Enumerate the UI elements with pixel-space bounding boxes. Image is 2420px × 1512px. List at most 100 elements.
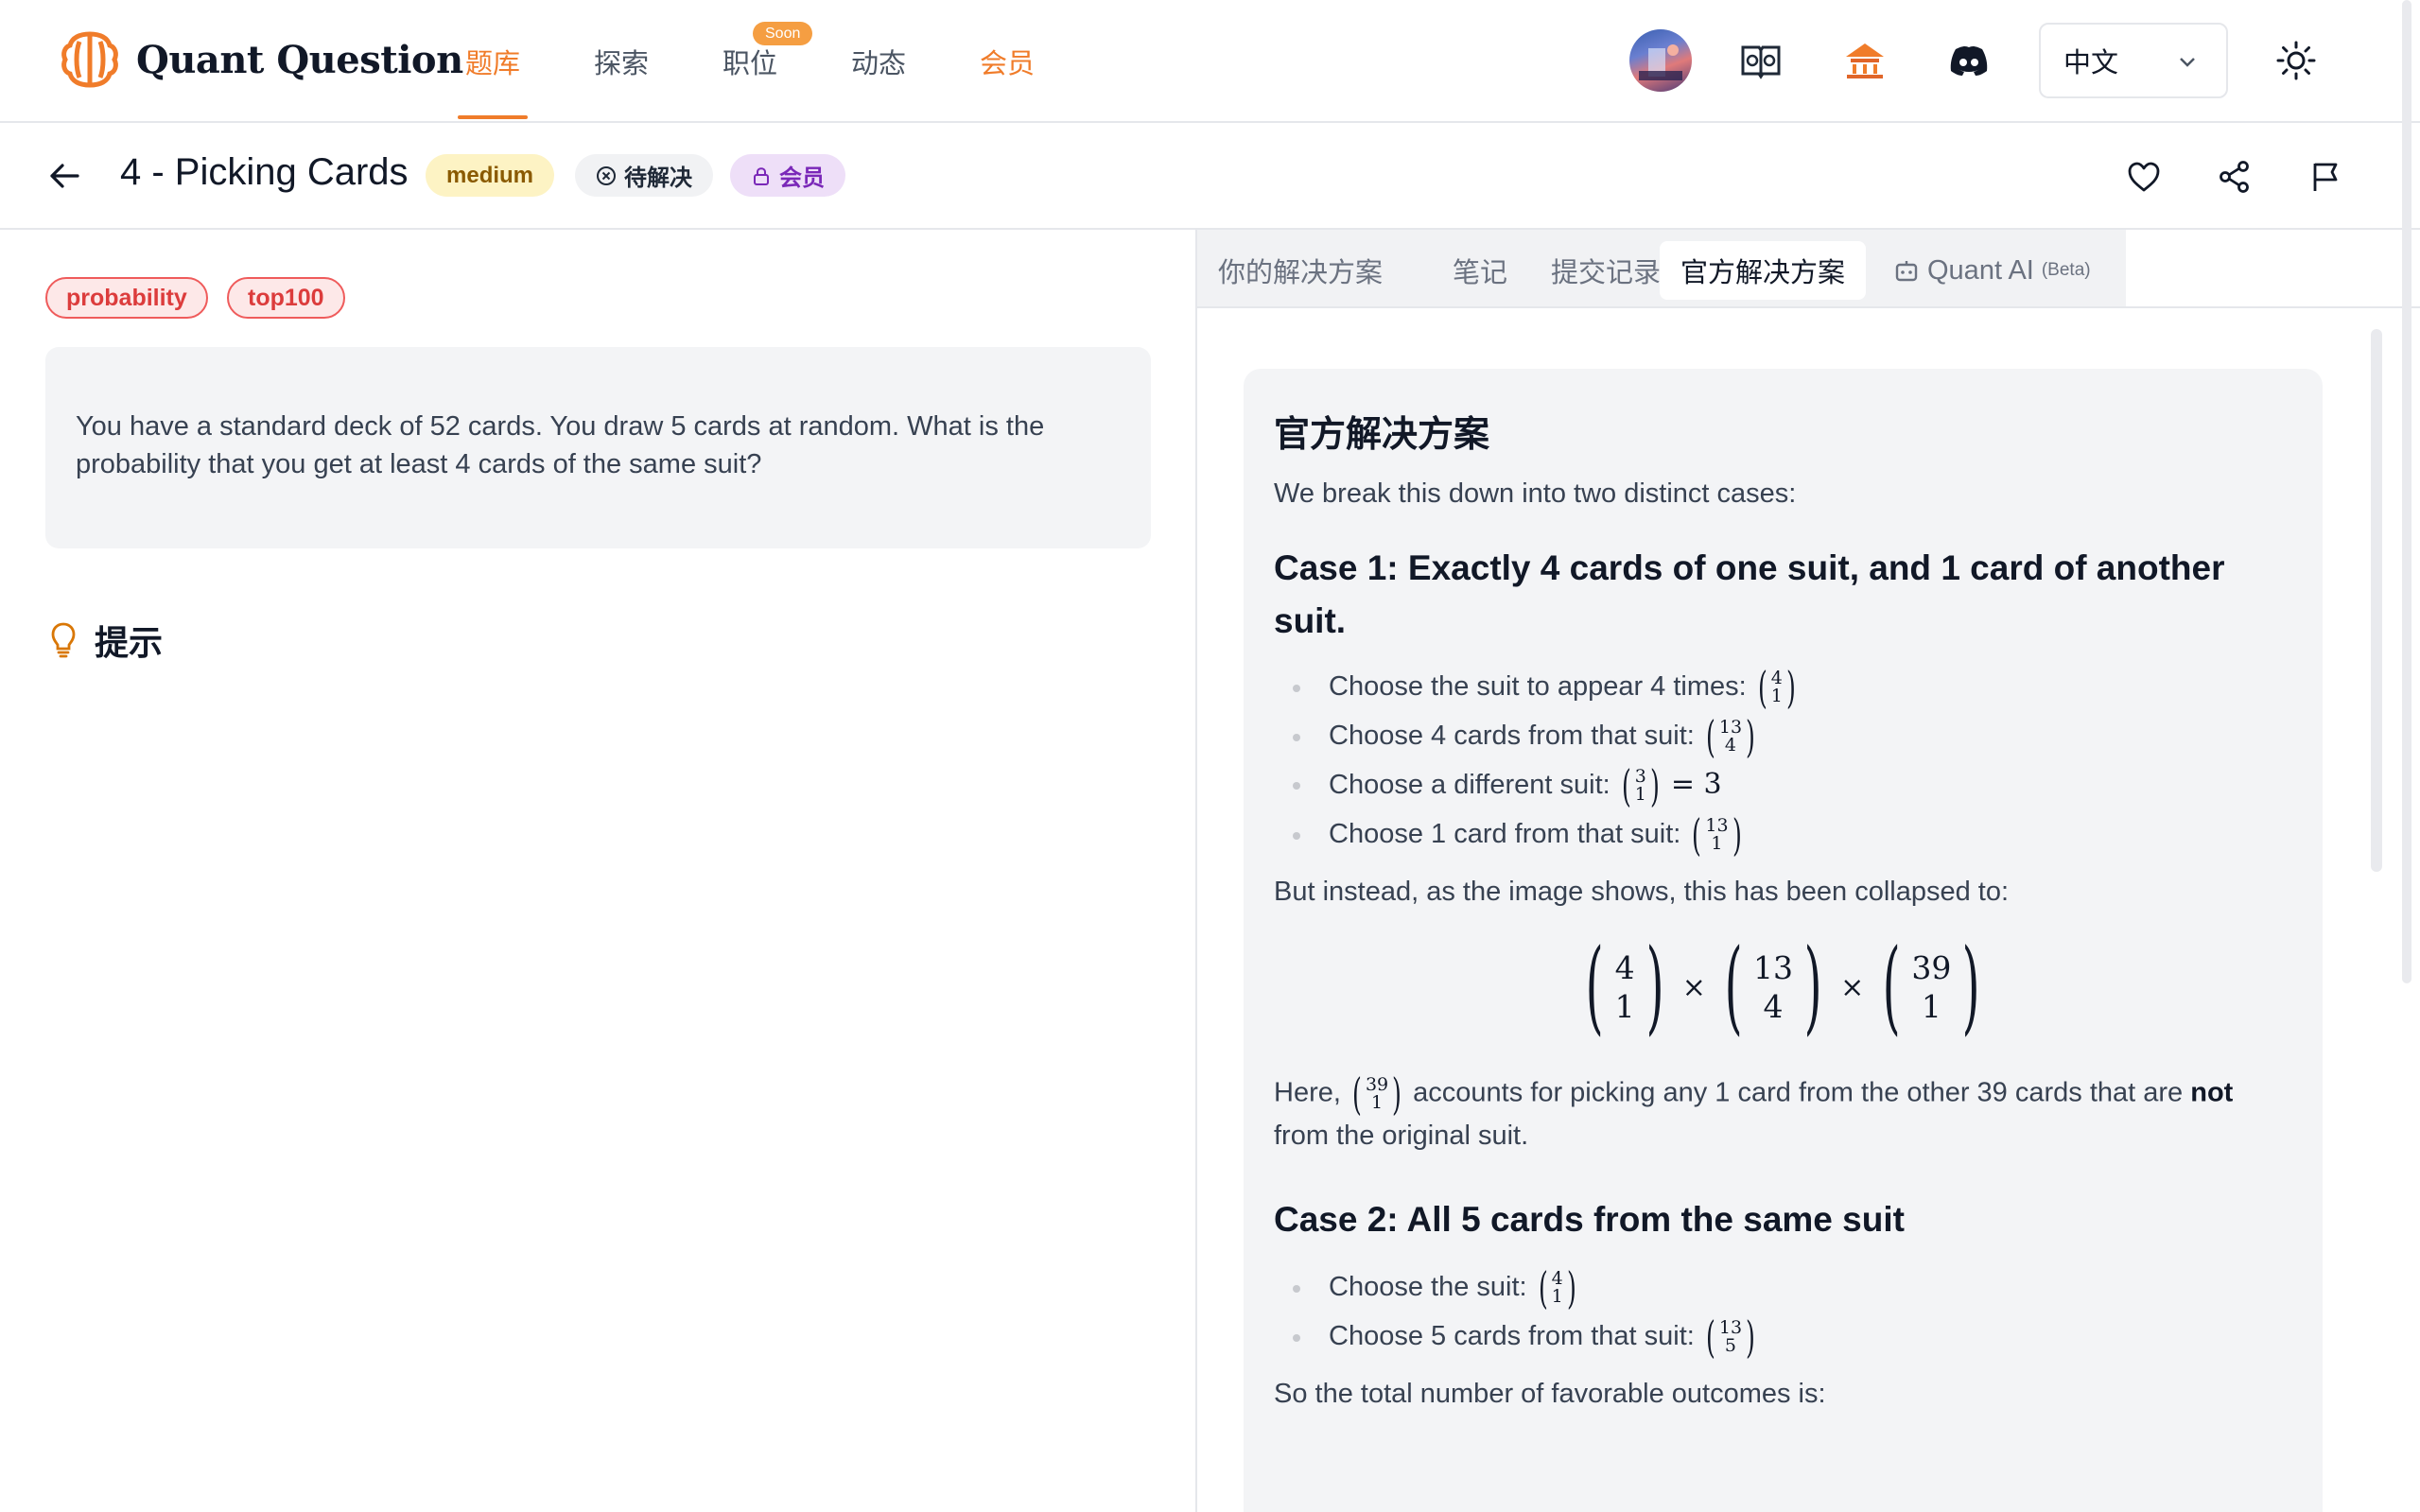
- brand-name: Quant Question: [136, 37, 463, 82]
- binomial: (13 4): [1705, 710, 1755, 762]
- robot-icon: [1895, 261, 1918, 282]
- official-solution-card: 官方解决方案 We break this down into two disti…: [1244, 369, 2323, 1512]
- circle-x-icon: [597, 165, 616, 185]
- case1-bullets: Choose the suit to appear 4 times: (4 1) …: [1274, 663, 2292, 859]
- status-badge: 待解决: [575, 154, 713, 197]
- tab-group: 你的解决方案 笔记 提交记录 官方解决方案 Quant AI (Beta): [1197, 230, 2126, 306]
- nav-item-feed[interactable]: 动态: [851, 42, 906, 81]
- nav-item-question-bank[interactable]: 题库: [465, 42, 520, 81]
- heart-icon[interactable]: [2126, 159, 2162, 195]
- lock-icon: [754, 166, 769, 185]
- binomial: (39 1): [1352, 1069, 1402, 1120]
- case2-heading: Case 2: All 5 cards from the same suit: [1274, 1200, 1905, 1239]
- case2-bullets: Choose the suit: (4 1) Choose 5 cards fro…: [1274, 1263, 2292, 1361]
- avatar[interactable]: [1629, 29, 1692, 92]
- problem-title: 4 - Picking Cards: [120, 151, 409, 193]
- tab-official-solution[interactable]: 官方解决方案: [1660, 241, 1867, 300]
- top-navbar: Quant Question 题库 探索 职位 Soon 动态 会员 中文: [0, 0, 2420, 123]
- binomial: (13 4): [1724, 928, 1822, 1046]
- language-select-value: 中文: [2063, 48, 2119, 78]
- flag-icon[interactable]: [2307, 159, 2343, 195]
- page-scrollbar[interactable]: [2402, 0, 2411, 983]
- binom-bottom: 1: [1921, 988, 1941, 1025]
- share-icon[interactable]: [2217, 159, 2253, 195]
- back-arrow-icon[interactable]: [47, 159, 81, 193]
- case1-heading: Case 1: Exactly 4 cards of one suit, and…: [1274, 548, 2225, 640]
- tag-probability[interactable]: probability: [45, 277, 208, 319]
- tab-notes[interactable]: 笔记: [1432, 241, 1528, 300]
- collapsed-note: But instead, as the image shows, this ha…: [1274, 877, 2010, 907]
- binom-top: 13: [1718, 716, 1743, 738]
- binomial: (4 1): [1538, 1262, 1576, 1314]
- binom-bottom: 1: [1551, 1286, 1563, 1308]
- solution-intro: We break this down into two distinct cas…: [1274, 478, 1797, 509]
- binom-bottom: 1: [1770, 686, 1783, 707]
- temple-icon[interactable]: [1842, 38, 1888, 83]
- tag-top100[interactable]: top100: [227, 277, 345, 319]
- explanation-paragraph: Here, (39 1) accounts for picking any 1 c…: [1274, 1072, 2292, 1156]
- tab-your-solution[interactable]: 你的解决方案: [1197, 241, 1403, 300]
- binomial: (4 1): [1757, 662, 1796, 714]
- bullet-text: Choose 4 cards from that suit:: [1329, 720, 1695, 751]
- avatar-image: [1639, 44, 1682, 80]
- nav-item-jobs[interactable]: 职位: [723, 42, 777, 81]
- membership-label: 会员: [779, 165, 825, 191]
- cut-off-text: So the total number of favorable outcome…: [1274, 1379, 1826, 1409]
- lightbulb-icon: [51, 622, 76, 658]
- list-item: Choose a different suit: (3 1) = 3: [1274, 760, 2292, 810]
- list-item: Choose 4 cards from that suit: (13 4): [1274, 712, 2292, 761]
- here-middle: accounts for picking any 1 card from the…: [1413, 1077, 2184, 1108]
- difficulty-badge: medium: [426, 154, 555, 197]
- list-item: Choose the suit: (4 1): [1274, 1263, 2292, 1312]
- nav-item-explore[interactable]: 探索: [594, 42, 649, 81]
- times-sign: ×: [1681, 970, 1706, 1004]
- soon-badge: Soon: [753, 22, 813, 45]
- binom-bottom: 5: [1724, 1334, 1736, 1356]
- binom-bottom: 4: [1724, 734, 1736, 756]
- binomial: (4 1): [1586, 928, 1664, 1046]
- nav-active-indicator: [458, 115, 528, 119]
- list-item: Choose 1 card from that suit: (13 1): [1274, 810, 2292, 860]
- list-item: Choose the suit to appear 4 times: (4 1): [1274, 663, 2292, 712]
- binom-top: 13: [1718, 1316, 1743, 1338]
- bullet-text: Choose the suit:: [1329, 1272, 1527, 1302]
- book-icon[interactable]: [1738, 38, 1784, 83]
- question-body: You have a standard deck of 52 cards. Yo…: [76, 411, 1045, 479]
- here-suffix: from the original suit.: [1274, 1121, 1529, 1151]
- panel-divider[interactable]: [1195, 230, 1197, 1512]
- beta-label: (Beta): [2041, 260, 2091, 280]
- question-text: You have a standard deck of 52 cards. Yo…: [45, 347, 1151, 548]
- binom-top: 13: [1705, 814, 1729, 836]
- bold-not: not: [2190, 1077, 2234, 1108]
- chevron-down-icon: [2180, 58, 2195, 67]
- binom-top: 39: [1911, 949, 1952, 986]
- nav-item-membership[interactable]: 会员: [980, 42, 1035, 81]
- display-equation: (4 1) × (13 4) × (39 1): [1274, 921, 2292, 1053]
- tab-quant-ai[interactable]: Quant AI (Beta): [1872, 241, 2112, 300]
- binomial: (39 1): [1882, 928, 1980, 1046]
- binomial: (13 5): [1705, 1311, 1755, 1363]
- binom-bottom: 1: [1614, 988, 1635, 1025]
- bullet-text: Choose 5 cards from that suit:: [1329, 1320, 1695, 1351]
- brain-logo-icon: [61, 31, 118, 88]
- binom-bottom: 1: [1711, 832, 1723, 854]
- hint-toggle[interactable]: 提示: [49, 616, 163, 665]
- list-item: Choose 5 cards from that suit: (13 5): [1274, 1312, 2292, 1362]
- discord-icon[interactable]: [1946, 38, 1992, 83]
- times-sign: ×: [1840, 970, 1865, 1004]
- solution-tabs: 你的解决方案 笔记 提交记录 官方解决方案 Quant AI (Beta): [1197, 230, 2420, 308]
- problem-header: 4 - Picking Cards medium 待解决 会员: [0, 123, 2420, 230]
- solution-scrollbar[interactable]: [2371, 329, 2382, 872]
- language-select[interactable]: 中文: [2039, 23, 2228, 98]
- binom-top: 4: [1614, 949, 1635, 986]
- binom-top: 13: [1753, 949, 1793, 986]
- problem-panel: probability top100 You have a standard d…: [0, 230, 1196, 1512]
- sun-icon[interactable]: [2273, 38, 2319, 83]
- binomial: (3 1): [1621, 760, 1660, 812]
- equals-three: = 3: [1670, 768, 1722, 801]
- tab-submissions[interactable]: 提交记录: [1530, 241, 1681, 300]
- binom-bottom: 1: [1370, 1092, 1384, 1113]
- tab-quant-ai-label: Quant AI: [1927, 254, 2034, 286]
- logo[interactable]: Quant Question: [59, 28, 463, 91]
- bullet-text: Choose a different suit:: [1329, 770, 1610, 800]
